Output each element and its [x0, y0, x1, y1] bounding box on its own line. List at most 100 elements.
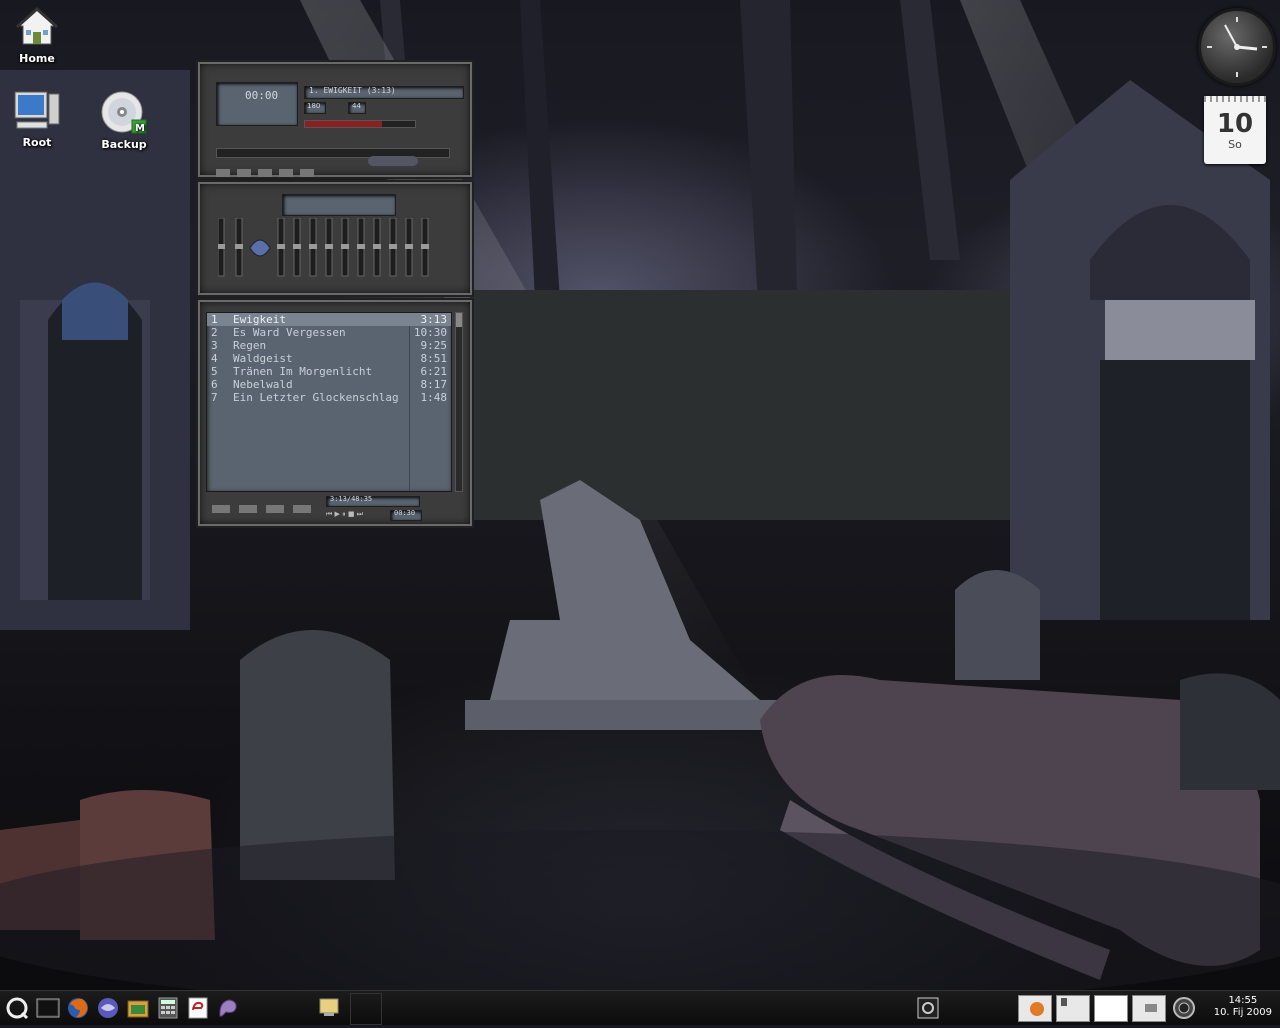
pause-button[interactable]	[258, 169, 273, 177]
taskbar-clock[interactable]: 14:55 10. Fij 2009	[1214, 995, 1272, 1019]
calculator-launcher[interactable]	[156, 996, 180, 1020]
playlist-scrollbar[interactable]	[455, 312, 463, 492]
tray-toggle-icon	[917, 997, 939, 1019]
elapsed-time: 00:00	[245, 89, 279, 102]
samplerate-value: 44	[352, 102, 361, 110]
desktop-icon-label: Root	[22, 136, 52, 149]
editor-launcher[interactable]	[186, 996, 210, 1020]
desktop-icon-label: Backup	[101, 138, 147, 151]
playlist-item[interactable]: 3 Regen 9:25	[207, 339, 451, 352]
equalizer-window[interactable]	[196, 180, 474, 297]
track-number: 1	[211, 313, 218, 326]
thunderbird-launcher[interactable]	[96, 996, 120, 1020]
track-number: 5	[211, 365, 218, 378]
clock-date: 10. Fij 2009	[1213, 1007, 1272, 1018]
playlist-time-display: 3:13/48:35	[326, 495, 420, 507]
mini-play-icon[interactable]: ▶	[335, 510, 340, 518]
now-playing-text: 1. EWIGKEIT (3:13)	[309, 86, 396, 95]
bitrate-display: 180	[304, 102, 326, 114]
start-menu-button[interactable]	[5, 996, 29, 1020]
taskbar-window-slot[interactable]	[350, 993, 382, 1025]
desktop-icon-backup[interactable]: M Backup	[89, 90, 159, 151]
calendar-widget[interactable]: 10 So	[1204, 96, 1266, 164]
track-number: 6	[211, 378, 218, 391]
playlist-clock-display: 00:30	[390, 509, 422, 521]
mini-prev-icon[interactable]: ⏮	[326, 510, 332, 518]
next-button[interactable]	[300, 169, 315, 177]
player-main-window[interactable]: 00:00 1. EWIGKEIT (3:13) 180 44	[196, 60, 474, 179]
volume-slider[interactable]	[304, 120, 416, 128]
track-duration: 3:13	[420, 313, 448, 326]
playlist-item[interactable]: 2 Es Ward Vergessen 10:30	[207, 326, 451, 339]
mini-pause-icon[interactable]: ⏸	[342, 510, 346, 518]
track-number: 2	[211, 326, 218, 339]
playlist-item[interactable]: 5 Tränen Im Morgenlicht 6:21	[207, 365, 451, 378]
track-title: Ein Letzter Glockenschlag	[233, 391, 399, 404]
speaker-icon	[1173, 997, 1195, 1019]
pager-desktop-3[interactable]	[1094, 995, 1128, 1022]
samplerate-display: 44	[348, 102, 366, 114]
firefox-icon	[68, 998, 88, 1018]
add-button[interactable]	[212, 505, 230, 513]
system-tray-toggle[interactable]	[916, 996, 940, 1020]
taskbar: 14:55 10. Fij 2009	[0, 990, 1280, 1025]
pager-desktop-2[interactable]	[1056, 995, 1090, 1022]
track-duration: 8:17	[420, 378, 448, 391]
svg-text:M: M	[135, 123, 145, 134]
file-manager-launcher[interactable]	[126, 996, 150, 1020]
pidgin-icon	[219, 999, 237, 1017]
file-manager-icon	[127, 1000, 149, 1018]
window-thumb-icon	[1061, 998, 1067, 1006]
time-display: 00:00	[216, 82, 298, 126]
track-title: Regen	[233, 339, 267, 352]
clock-minute-hand	[1224, 24, 1238, 48]
messenger-launcher[interactable]	[216, 996, 240, 1020]
scrollbar-thumb[interactable]	[456, 313, 462, 327]
terminal-launcher[interactable]	[36, 996, 60, 1020]
playlist[interactable]: 1 Ewigkeit 3:13 2 Es Ward Vergessen 10:3…	[206, 312, 452, 492]
track-title: Waldgeist	[233, 352, 293, 365]
calendar-day: 10	[1216, 109, 1254, 139]
house-icon	[15, 6, 59, 45]
track-number: 3	[211, 339, 218, 352]
track-title: Tränen Im Morgenlicht	[233, 365, 373, 378]
playlist-total-time: 3:13/48:35	[330, 495, 373, 503]
desktop-icon-home[interactable]: Home	[2, 6, 72, 65]
pager-desktop-1[interactable]	[1018, 995, 1052, 1022]
playlist-edit-buttons[interactable]	[212, 498, 312, 513]
track-duration: 1:48	[420, 391, 448, 404]
analog-clock-widget[interactable]	[1198, 8, 1276, 86]
stop-button[interactable]	[279, 169, 294, 177]
playlist-elapsed: 00:30	[394, 509, 416, 517]
playlist-window[interactable]: 1 Ewigkeit 3:13 2 Es Ward Vergessen 10:3…	[196, 298, 474, 528]
show-desktop-icon	[319, 998, 339, 1016]
clock-hour-hand	[1236, 45, 1258, 51]
mini-next-icon[interactable]: ⏭	[357, 510, 363, 518]
select-button[interactable]	[266, 505, 285, 513]
track-title: Ewigkeit	[233, 313, 286, 326]
transport-buttons[interactable]	[216, 162, 316, 177]
volume-tray-button[interactable]	[1172, 996, 1196, 1020]
prev-button[interactable]	[216, 169, 230, 177]
playlist-item[interactable]: 1 Ewigkeit 3:13	[207, 313, 451, 326]
show-desktop-button[interactable]	[318, 996, 342, 1020]
computer-icon	[14, 91, 60, 129]
firefox-launcher[interactable]	[66, 996, 90, 1020]
playlist-item[interactable]: 6 Nebelwald 8:17	[207, 378, 451, 391]
shuffle-button[interactable]	[368, 156, 418, 166]
pager-desktop-4[interactable]	[1132, 995, 1166, 1022]
playlist-item[interactable]: 4 Waldgeist 8:51	[207, 352, 451, 365]
desktop-icon-label: Home	[19, 52, 55, 65]
play-button[interactable]	[237, 169, 252, 177]
playlist-item[interactable]: 7 Ein Letzter Glockenschlag 1:48	[207, 391, 451, 404]
desktop-icon-root[interactable]: Root	[2, 90, 72, 149]
eq-sliders[interactable]	[217, 217, 448, 278]
mini-stop-icon[interactable]: ■	[348, 510, 355, 518]
remove-button[interactable]	[239, 505, 258, 513]
track-title: Nebelwald	[233, 378, 293, 391]
window-thumb-icon	[1145, 1004, 1157, 1012]
misc-button[interactable]	[293, 505, 312, 513]
song-title-ticker: 1. EWIGKEIT (3:13)	[304, 86, 464, 99]
mini-transport[interactable]: ⏮ ▶ ⏸ ■ ⏭	[326, 510, 384, 518]
eq-slider-tracks[interactable]	[217, 217, 448, 278]
